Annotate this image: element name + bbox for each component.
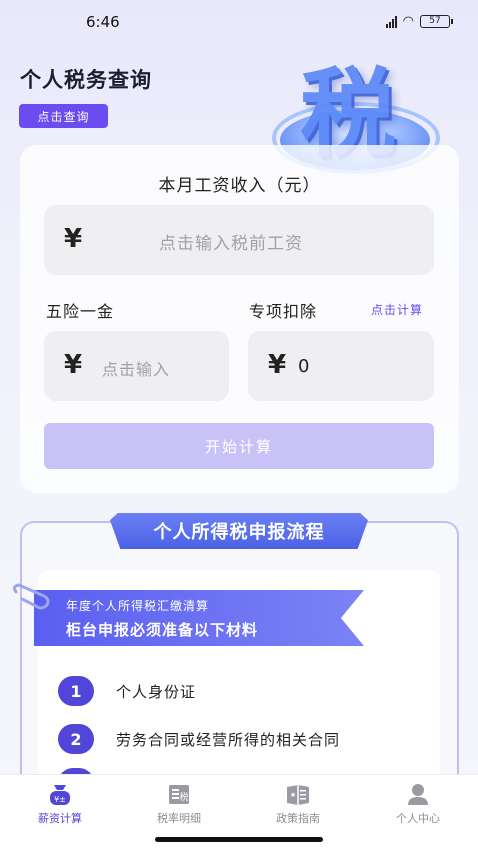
svg-text:税: 税 bbox=[179, 791, 188, 803]
signal-icon bbox=[385, 15, 397, 28]
bottom-tab-bar: ¥± 薪资计算 税 税率明细 ★ 政策指南 个人中心 bbox=[0, 774, 478, 830]
policy-book-icon: ★ bbox=[287, 785, 309, 805]
tab-tax-rate[interactable]: 税 税率明细 bbox=[129, 781, 229, 829]
wifi-icon: ◠ bbox=[402, 14, 414, 29]
person-icon bbox=[408, 784, 428, 805]
salary-input[interactable]: ¥ 点击输入税前工资 bbox=[44, 205, 434, 275]
battery-icon: 57 bbox=[420, 15, 453, 28]
step-text: 个人身份证 bbox=[116, 683, 197, 701]
yen-icon: ¥ bbox=[64, 350, 83, 380]
step-number-badge: 1 bbox=[58, 676, 94, 706]
page-title: 个人税务查询 bbox=[20, 68, 152, 92]
salary-calc-icon: ¥± bbox=[50, 785, 70, 805]
insurance-placeholder: 点击输入 bbox=[102, 360, 171, 379]
paperclip-icon bbox=[13, 583, 50, 610]
insurance-label: 五险一金 bbox=[46, 302, 115, 321]
deduction-calc-link[interactable]: 点击计算 bbox=[371, 301, 423, 318]
step-number-badge: 2 bbox=[58, 724, 94, 754]
deduction-label: 专项扣除 bbox=[249, 302, 318, 321]
yen-icon: ¥ bbox=[268, 350, 287, 380]
status-icons: ◠ 57 bbox=[385, 14, 453, 29]
query-button[interactable]: 点击查询 bbox=[19, 104, 108, 128]
ribbon-title: 柜台申报必须准备以下材料 bbox=[66, 621, 259, 639]
flow-title: 个人所得税申报流程 bbox=[110, 513, 368, 549]
salary-placeholder: 点击输入税前工资 bbox=[159, 234, 303, 254]
tab-label: 税率明细 bbox=[157, 812, 201, 825]
svg-text:¥±: ¥± bbox=[54, 795, 66, 804]
salary-calculator-card: 本月工资收入（元） ¥ 点击输入税前工资 五险一金 专项扣除 点击计算 ¥ 点击… bbox=[20, 145, 459, 493]
tab-label: 薪资计算 bbox=[38, 812, 82, 825]
yen-icon: ¥ bbox=[64, 224, 83, 254]
step-item: 1 个人身份证 bbox=[58, 676, 438, 706]
deduction-value: 0 bbox=[298, 356, 310, 377]
svg-text:★: ★ bbox=[290, 791, 296, 799]
tab-label: 个人中心 bbox=[396, 812, 440, 825]
ribbon-subtitle: 年度个人所得税汇缴清算 bbox=[66, 599, 210, 613]
battery-level: 57 bbox=[429, 16, 441, 26]
tab-personal-center[interactable]: 个人中心 bbox=[368, 781, 468, 829]
salary-title: 本月工资收入（元） bbox=[158, 176, 321, 196]
start-calculation-button[interactable]: 开始计算 bbox=[44, 423, 434, 469]
step-item: 2 劳务合同或经营所得的相关合同 bbox=[58, 724, 438, 754]
step-text: 劳务合同或经营所得的相关合同 bbox=[116, 731, 341, 749]
insurance-input[interactable]: ¥ 点击输入 bbox=[44, 331, 229, 401]
tax-rate-icon: 税 bbox=[169, 785, 189, 804]
tab-salary-calc[interactable]: ¥± 薪资计算 bbox=[10, 781, 110, 829]
deduction-input[interactable]: ¥ 0 bbox=[248, 331, 434, 401]
status-time: 6:46 bbox=[86, 13, 120, 31]
home-indicator[interactable] bbox=[155, 837, 323, 842]
tab-label: 政策指南 bbox=[276, 812, 320, 825]
tab-policy-guide[interactable]: ★ 政策指南 bbox=[248, 781, 348, 829]
